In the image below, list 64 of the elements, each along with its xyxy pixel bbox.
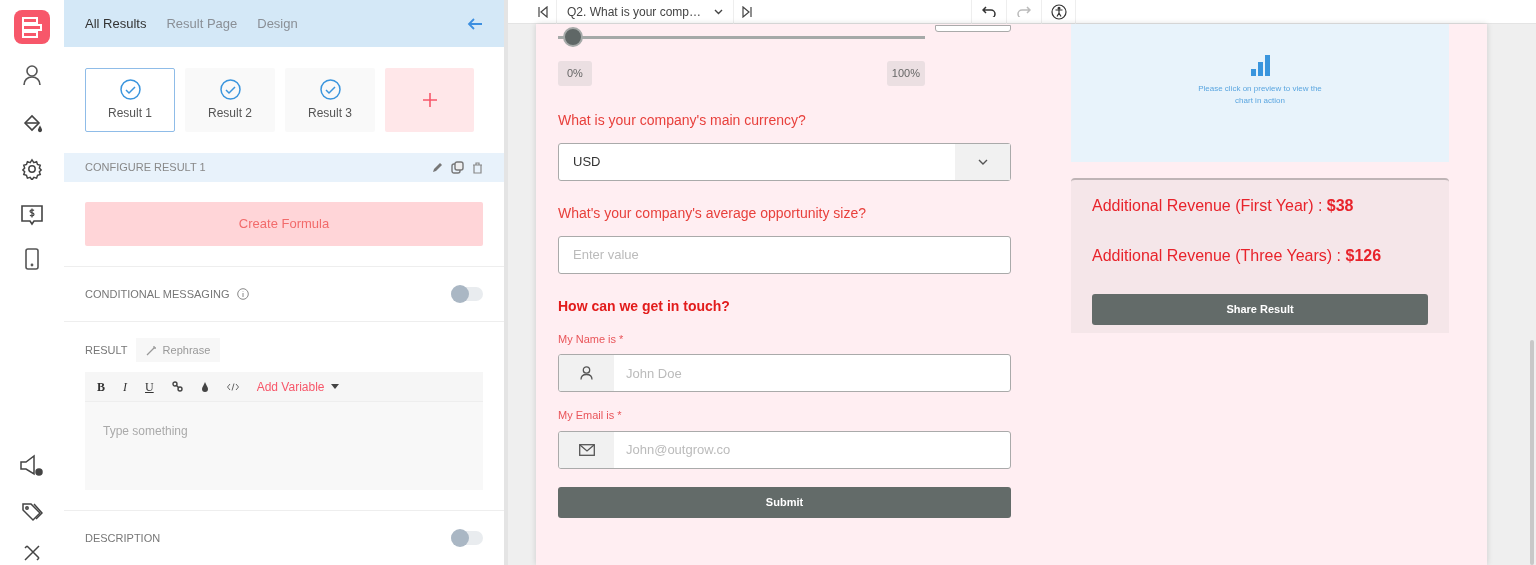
skip-back-icon — [538, 5, 548, 18]
result-card[interactable]: Result 1 — [85, 68, 175, 133]
result-text: Additional Revenue (First Year) : $38 — [1092, 196, 1355, 216]
redo-icon — [1017, 6, 1031, 17]
pencil-icon[interactable] — [432, 162, 443, 174]
megaphone-gear-icon[interactable] — [19, 454, 45, 478]
check-circle-icon — [319, 78, 341, 100]
bar-chart-icon — [1250, 55, 1270, 76]
check-circle-icon — [219, 78, 241, 100]
toggle-switch[interactable] — [451, 287, 483, 302]
slider-min-label: 0% — [558, 61, 592, 86]
chevron-down-icon — [714, 8, 723, 15]
undo-icon — [982, 6, 996, 17]
check-circle-icon — [119, 78, 141, 100]
drop-icon[interactable] — [200, 381, 209, 392]
slider-max-label: 100% — [886, 61, 925, 86]
chart-hint-text: Please click on preview to view the chart in action — [1197, 83, 1323, 107]
paint-bucket-icon[interactable] — [21, 112, 43, 134]
settings-icon[interactable] — [21, 158, 43, 180]
submit-button[interactable]: Submit — [558, 486, 1011, 518]
scrollbar[interactable] — [1530, 340, 1534, 565]
link-icon[interactable] — [171, 381, 183, 393]
slider-thumb[interactable] — [562, 27, 583, 47]
share-result-button[interactable]: Share Result — [1092, 294, 1428, 325]
question-select[interactable]: Q2. What is your comp… — [556, 0, 734, 24]
question-label: What's your company's average opportunity size? — [558, 203, 868, 223]
caret-icon — [330, 384, 339, 390]
back-arrow-icon[interactable] — [467, 17, 483, 30]
person-icon[interactable] — [22, 64, 42, 86]
person-icon — [580, 366, 593, 380]
envelope-icon — [578, 443, 595, 456]
section-label: RESULT — [85, 342, 128, 358]
plus-icon — [422, 93, 437, 108]
format-button[interactable]: U — [145, 377, 154, 396]
field-label: My Name is * — [558, 331, 625, 347]
question-label: What is your company's main currency? — [558, 110, 807, 130]
section-heading: How can we get in touch? — [558, 296, 731, 316]
tags-icon[interactable] — [21, 502, 43, 522]
accessibility-button[interactable] — [1041, 0, 1076, 24]
phone-icon[interactable] — [25, 248, 39, 270]
magic-wand-icon — [145, 344, 157, 356]
section-label: CONDITIONAL MESSAGING — [85, 286, 230, 302]
text-editor[interactable]: Type something — [85, 402, 483, 491]
code-icon[interactable] — [226, 382, 239, 391]
format-button[interactable]: B — [97, 377, 105, 396]
accessibility-icon — [1050, 3, 1067, 20]
section-title: CONFIGURE RESULT 1 — [85, 160, 206, 176]
currency-select[interactable]: USD — [558, 142, 1011, 181]
dollar-screen-icon[interactable] — [20, 204, 44, 226]
tab[interactable]: All Results — [85, 13, 147, 34]
value-input[interactable] — [935, 25, 1011, 32]
result-text: Additional Revenue (Three Years) : $126 — [1092, 246, 1383, 266]
copy-icon[interactable] — [451, 161, 464, 175]
info-icon[interactable] — [237, 288, 250, 301]
field-label: My Email is * — [558, 408, 623, 423]
toggle-switch[interactable] — [451, 531, 483, 546]
result-card[interactable]: Result 2 — [185, 68, 275, 133]
skip-forward-icon — [742, 5, 752, 18]
section-label: DESCRIPTION — [85, 530, 161, 546]
chevron-down-icon — [977, 158, 988, 165]
logo-icon[interactable] — [14, 10, 50, 44]
input-field[interactable]: Enter value — [558, 235, 1011, 274]
format-button[interactable]: I — [123, 377, 127, 396]
result-card[interactable]: Result 3 — [285, 68, 375, 133]
